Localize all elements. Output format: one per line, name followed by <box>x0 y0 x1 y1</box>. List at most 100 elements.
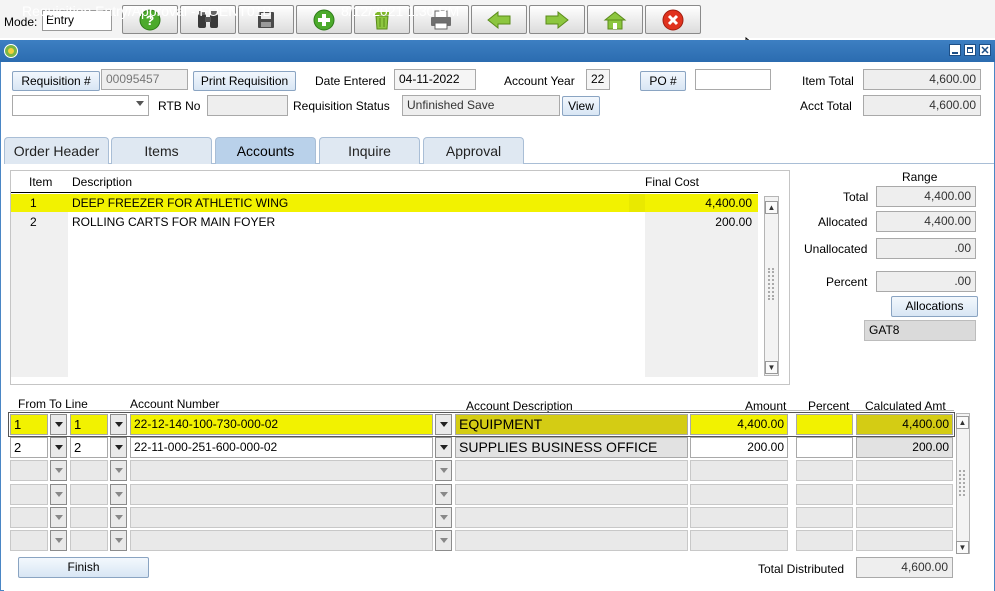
accounts-empty-cell[interactable] <box>70 460 108 481</box>
accounts-empty-cell[interactable] <box>690 507 788 528</box>
print-requisition-button[interactable]: Print Requisition <box>193 71 296 91</box>
to-line-dropdown[interactable] <box>110 414 127 435</box>
accounts-empty-cell[interactable] <box>10 460 48 481</box>
to-line-dropdown[interactable] <box>110 484 127 505</box>
to-line-dropdown[interactable] <box>110 530 127 551</box>
requisition-number-button[interactable]: Requisition # <box>12 71 100 91</box>
from-line-dropdown[interactable] <box>50 437 67 458</box>
view-status-button[interactable]: View <box>562 96 600 116</box>
accounts-row-calculated: 200.00 <box>856 437 953 458</box>
accounts-row-calculated: 4,400.00 <box>856 414 953 435</box>
accounts-empty-cell[interactable] <box>10 507 48 528</box>
accounts-header-account-number: Account Number <box>130 397 220 411</box>
from-line-dropdown[interactable] <box>50 484 67 505</box>
to-line-dropdown[interactable] <box>110 507 127 528</box>
account-number-dropdown[interactable] <box>435 414 452 435</box>
items-row-description: ROLLING CARTS FOR MAIN FOYER <box>72 215 276 229</box>
requisition-number-field[interactable]: 00095457 <box>101 69 188 90</box>
to-line-dropdown[interactable] <box>110 437 127 458</box>
account-number-dropdown[interactable] <box>435 460 452 481</box>
accounts-scroll-grip[interactable] <box>959 470 965 496</box>
accounts-scroll-down-icon[interactable]: ▼ <box>956 541 969 554</box>
accounts-empty-cell[interactable] <box>70 507 108 528</box>
accounts-empty-cell <box>455 484 688 505</box>
from-line-dropdown[interactable] <box>50 460 67 481</box>
items-scroll-down-icon[interactable]: ▼ <box>765 361 778 374</box>
requisition-type-select[interactable] <box>12 95 149 116</box>
accounts-header-from-to-line: From To Line <box>18 397 88 411</box>
account-number-dropdown[interactable] <box>435 484 452 505</box>
items-row-final-cost: 4,400.00 <box>705 196 752 210</box>
accounts-row-amount[interactable]: 4,400.00 <box>690 414 788 435</box>
items-header-item: Item <box>29 175 53 189</box>
accounts-row-percent[interactable] <box>796 437 853 458</box>
finish-button[interactable]: Finish <box>18 557 149 578</box>
account-number-dropdown[interactable] <box>435 507 452 528</box>
accounts-row-to[interactable]: 1 <box>70 414 108 435</box>
accounts-empty-cell[interactable] <box>130 484 433 505</box>
account-number-dropdown[interactable] <box>435 530 452 551</box>
accounts-empty-cell[interactable] <box>690 530 788 551</box>
accounts-row-account-number[interactable]: 22-12-140-100-730-000-02 <box>130 414 433 435</box>
po-number-button[interactable]: PO # <box>640 71 686 91</box>
accounts-empty-cell[interactable] <box>70 530 108 551</box>
range-total-label: Total <box>843 190 869 204</box>
date-entered-field[interactable]: 04-11-2022 <box>394 69 476 90</box>
accounts-row-from[interactable]: 1 <box>10 414 48 435</box>
accounts-empty-cell[interactable] <box>796 484 853 505</box>
close-window-button[interactable] <box>979 44 991 56</box>
account-year-field[interactable]: 22 <box>586 69 610 90</box>
accounts-empty-cell[interactable] <box>10 530 48 551</box>
accounts-row-to[interactable]: 2 <box>70 437 108 458</box>
from-line-dropdown[interactable] <box>50 414 67 435</box>
chevron-down-icon <box>54 445 63 450</box>
window-close-icon <box>981 46 989 54</box>
po-number-field[interactable] <box>695 69 771 90</box>
to-line-dropdown[interactable] <box>110 460 127 481</box>
accounts-empty-cell <box>455 507 688 528</box>
forward-button[interactable] <box>529 5 585 34</box>
accounts-empty-cell[interactable] <box>796 530 853 551</box>
from-line-dropdown[interactable] <box>50 530 67 551</box>
tab-inquire[interactable]: Inquire <box>319 137 420 164</box>
close-button[interactable] <box>645 5 701 34</box>
requisition-status-label: Requisition Status <box>293 99 390 113</box>
accounts-empty-cell <box>856 460 953 481</box>
chevron-down-icon <box>54 515 63 520</box>
chevron-down-icon <box>54 422 63 427</box>
accounts-row-percent[interactable] <box>796 414 853 435</box>
tab-order-header[interactable]: Order Header <box>4 137 109 164</box>
from-line-dropdown[interactable] <box>50 507 67 528</box>
tab-items[interactable]: Items <box>111 137 212 164</box>
accounts-empty-cell[interactable] <box>10 484 48 505</box>
maximize-window-button[interactable] <box>964 44 976 56</box>
tab-accounts[interactable]: Accounts <box>215 137 316 164</box>
accounts-empty-cell[interactable] <box>796 460 853 481</box>
accounts-empty-cell[interactable] <box>130 460 433 481</box>
tab-approval[interactable]: Approval <box>423 137 524 164</box>
range-allocated-field: 4,400.00 <box>876 211 976 232</box>
items-scroll-grip[interactable] <box>768 268 774 300</box>
accounts-empty-cell[interactable] <box>130 507 433 528</box>
accounts-row-amount[interactable]: 200.00 <box>690 437 788 458</box>
accounts-empty-cell[interactable] <box>690 484 788 505</box>
range-code-field: GAT8 <box>864 320 976 341</box>
accounts-row-from[interactable]: 2 <box>10 437 48 458</box>
back-button[interactable] <box>471 5 527 34</box>
items-scroll-up-icon[interactable]: ▲ <box>765 201 778 214</box>
accounts-scroll-up-icon[interactable]: ▲ <box>956 416 969 429</box>
forward-arrow-icon <box>545 10 569 29</box>
account-number-dropdown[interactable] <box>435 437 452 458</box>
accounts-row-account-number[interactable]: 22-11-000-251-600-000-02 <box>130 437 433 458</box>
accounts-empty-cell[interactable] <box>70 484 108 505</box>
minimize-window-button[interactable] <box>949 44 961 56</box>
accounts-empty-cell[interactable] <box>796 507 853 528</box>
allocations-button[interactable]: Allocations <box>891 296 978 317</box>
rtb-no-field[interactable] <box>207 95 288 116</box>
window-title: Requisition Entry/Approval - FOENT01B <box>22 3 272 19</box>
items-header-final-cost: Final Cost <box>645 175 700 189</box>
home-button[interactable] <box>587 5 643 34</box>
window-datetime: 8/12/2021 1:30 PM <box>341 3 460 19</box>
accounts-empty-cell[interactable] <box>130 530 433 551</box>
accounts-empty-cell[interactable] <box>690 460 788 481</box>
